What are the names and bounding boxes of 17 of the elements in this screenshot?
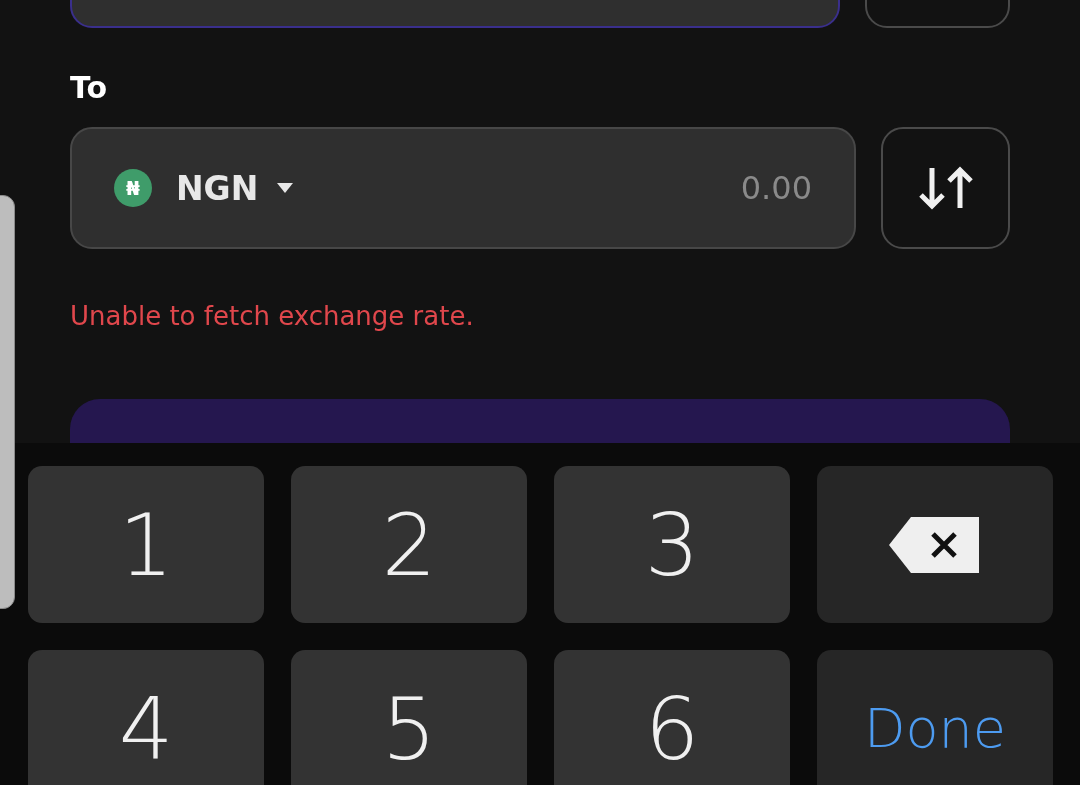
backspace-key[interactable] [817, 466, 1053, 623]
key[interactable]: 6 [554, 650, 790, 785]
key[interactable]: 2 [291, 466, 527, 623]
amount-input[interactable]: 0.00 [612, 169, 812, 207]
currency-icon: ₦ [114, 169, 152, 207]
key[interactable]: 3 [554, 466, 790, 623]
key[interactable]: 5 [291, 650, 527, 785]
backspace-icon [889, 516, 981, 573]
done-key[interactable]: Done [817, 650, 1053, 785]
caret-icon [276, 182, 295, 194]
error-message: Unable to fetch exchange rate. [70, 301, 475, 331]
currency-code: NGN [176, 168, 259, 208]
swap-arrows-icon [917, 166, 974, 210]
key[interactable]: 4 [28, 650, 264, 785]
field-label: To [70, 70, 109, 105]
key[interactable]: 1 [28, 466, 264, 623]
swap-button[interactable] [881, 127, 1010, 249]
